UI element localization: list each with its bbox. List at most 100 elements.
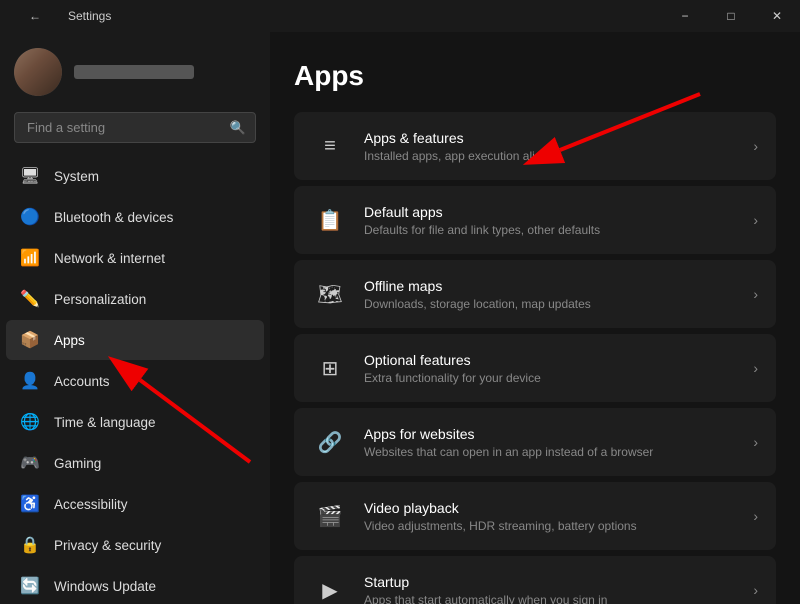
card-apps-features[interactable]: ≡ Apps & features Installed apps, app exec… [294, 112, 776, 180]
card-left-offline-maps: 🗺 Offline maps Downloads, storage location… [312, 276, 591, 312]
card-icon-optional-features: ⊞ [312, 350, 348, 386]
sidebar-item-update[interactable]: 🔄 Windows Update [6, 566, 264, 604]
sidebar-item-label-gaming: Gaming [54, 456, 101, 471]
chevron-icon-video-playback: › [753, 508, 758, 524]
accessibility-icon: ♿ [20, 494, 40, 514]
card-title-default-apps: Default apps [364, 204, 600, 220]
sidebar-item-accounts[interactable]: 👤 Accounts [6, 361, 264, 401]
sidebar-item-privacy[interactable]: 🔒 Privacy & security [6, 525, 264, 565]
card-icon-apps-websites: 🔗 [312, 424, 348, 460]
card-subtitle-video-playback: Video adjustments, HDR streaming, batter… [364, 519, 637, 533]
card-icon-apps-features: ≡ [312, 128, 348, 164]
time-icon: 🌐 [20, 412, 40, 432]
network-icon: 📶 [20, 248, 40, 268]
card-icon-default-apps: 📋 [312, 202, 348, 238]
card-video-playback[interactable]: 🎬 Video playback Video adjustments, HDR st… [294, 482, 776, 550]
card-left-optional-features: ⊞ Optional features Extra functionality fo… [312, 350, 541, 386]
close-button[interactable]: ✕ [754, 0, 800, 32]
sidebar-item-label-privacy: Privacy & security [54, 538, 161, 553]
search-icon: 🔍 [230, 120, 246, 136]
page-title: Apps [294, 60, 776, 92]
card-text-apps-websites: Apps for websites Websites that can open … [364, 426, 653, 459]
search-box: 🔍 [14, 112, 256, 143]
card-icon-video-playback: 🎬 [312, 498, 348, 534]
chevron-icon-offline-maps: › [753, 286, 758, 302]
card-subtitle-offline-maps: Downloads, storage location, map updates [364, 297, 591, 311]
update-icon: 🔄 [20, 576, 40, 596]
sidebar-item-label-system: System [54, 169, 99, 184]
sidebar-item-label-time: Time & language [54, 415, 156, 430]
card-left-startup: ▶ Startup Apps that start automatically wh… [312, 572, 607, 604]
card-icon-startup: ▶ [312, 572, 348, 604]
username [74, 65, 194, 79]
sidebar-item-network[interactable]: 📶 Network & internet [6, 238, 264, 278]
sidebar-item-gaming[interactable]: 🎮 Gaming [6, 443, 264, 483]
sidebar-item-system[interactable]: 🖥 System [6, 156, 264, 196]
card-left-apps-websites: 🔗 Apps for websites Websites that can open… [312, 424, 653, 460]
card-subtitle-optional-features: Extra functionality for your device [364, 371, 541, 385]
titlebar: ← Settings − □ ✕ [0, 0, 800, 32]
sidebar: 🔍 🖥 System 🔵 Bluetooth & devices 📶 Network & … [0, 32, 270, 604]
sidebar-item-label-accounts: Accounts [54, 374, 110, 389]
card-title-apps-websites: Apps for websites [364, 426, 653, 442]
card-subtitle-default-apps: Defaults for file and link types, other … [364, 223, 600, 237]
sidebar-item-time[interactable]: 🌐 Time & language [6, 402, 264, 442]
sidebar-item-label-personalization: Personalization [54, 292, 146, 307]
sidebar-item-bluetooth[interactable]: 🔵 Bluetooth & devices [6, 197, 264, 237]
card-subtitle-apps-features: Installed apps, app execution aliases [364, 149, 560, 163]
card-apps-websites[interactable]: 🔗 Apps for websites Websites that can open… [294, 408, 776, 476]
maximize-button[interactable]: □ [708, 0, 754, 32]
card-title-video-playback: Video playback [364, 500, 637, 516]
sidebar-item-label-update: Windows Update [54, 579, 156, 594]
card-subtitle-startup: Apps that start automatically when you s… [364, 593, 607, 604]
sidebar-item-label-network: Network & internet [54, 251, 165, 266]
card-subtitle-apps-websites: Websites that can open in an app instead… [364, 445, 653, 459]
sidebar-item-label-apps: Apps [54, 333, 85, 348]
chevron-icon-startup: › [753, 582, 758, 598]
apps-icon: 📦 [20, 330, 40, 350]
sidebar-item-label-accessibility: Accessibility [54, 497, 128, 512]
card-text-default-apps: Default apps Defaults for file and link t… [364, 204, 600, 237]
app-layout: 🔍 🖥 System 🔵 Bluetooth & devices 📶 Network & … [0, 32, 800, 604]
card-title-startup: Startup [364, 574, 607, 590]
card-offline-maps[interactable]: 🗺 Offline maps Downloads, storage location… [294, 260, 776, 328]
bluetooth-icon: 🔵 [20, 207, 40, 227]
chevron-icon-apps-websites: › [753, 434, 758, 450]
search-input[interactable] [14, 112, 256, 143]
minimize-button[interactable]: − [662, 0, 708, 32]
accounts-icon: 👤 [20, 371, 40, 391]
card-title-offline-maps: Offline maps [364, 278, 591, 294]
sidebar-item-accessibility[interactable]: ♿ Accessibility [6, 484, 264, 524]
chevron-icon-default-apps: › [753, 212, 758, 228]
chevron-icon-apps-features: › [753, 138, 758, 154]
card-title-apps-features: Apps & features [364, 130, 560, 146]
avatar [14, 48, 62, 96]
card-title-optional-features: Optional features [364, 352, 541, 368]
sidebar-item-label-bluetooth: Bluetooth & devices [54, 210, 173, 225]
user-profile [0, 32, 270, 108]
avatar-image [14, 48, 62, 96]
card-default-apps[interactable]: 📋 Default apps Defaults for file and link … [294, 186, 776, 254]
sidebar-nav: 🖥 System 🔵 Bluetooth & devices 📶 Network & in… [0, 155, 270, 604]
card-text-apps-features: Apps & features Installed apps, app execu… [364, 130, 560, 163]
card-left-default-apps: 📋 Default apps Defaults for file and link … [312, 202, 600, 238]
card-icon-offline-maps: 🗺 [312, 276, 348, 312]
back-button[interactable]: ← [12, 0, 58, 32]
card-startup[interactable]: ▶ Startup Apps that start automatically wh… [294, 556, 776, 604]
titlebar-title: Settings [68, 9, 111, 23]
card-text-video-playback: Video playback Video adjustments, HDR str… [364, 500, 637, 533]
system-icon: 🖥 [20, 166, 40, 186]
chevron-icon-optional-features: › [753, 360, 758, 376]
card-left-apps-features: ≡ Apps & features Installed apps, app exec… [312, 128, 560, 164]
card-text-offline-maps: Offline maps Downloads, storage location,… [364, 278, 591, 311]
sidebar-item-personalization[interactable]: ✏️ Personalization [6, 279, 264, 319]
card-optional-features[interactable]: ⊞ Optional features Extra functionality fo… [294, 334, 776, 402]
privacy-icon: 🔒 [20, 535, 40, 555]
titlebar-controls: − □ ✕ [662, 0, 800, 32]
gaming-icon: 🎮 [20, 453, 40, 473]
titlebar-left: ← Settings [12, 0, 111, 32]
sidebar-item-apps[interactable]: 📦 Apps [6, 320, 264, 360]
cards-container: ≡ Apps & features Installed apps, app exec… [294, 112, 776, 604]
personalization-icon: ✏️ [20, 289, 40, 309]
main-content: Apps ≡ Apps & features Installed apps, app… [270, 32, 800, 604]
